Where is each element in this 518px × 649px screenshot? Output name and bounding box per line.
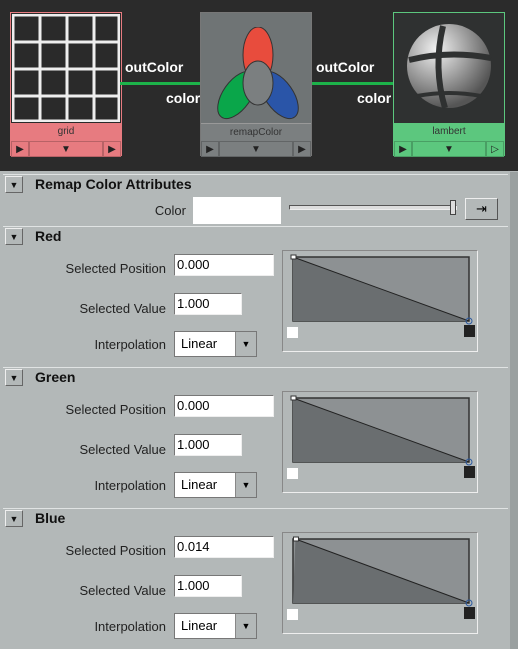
selected-position-input[interactable]: 0.014 bbox=[174, 536, 274, 558]
selected-value-label: Selected Value bbox=[79, 583, 167, 598]
red-ramp-graph[interactable] bbox=[282, 250, 478, 352]
start-color-marker bbox=[287, 468, 298, 479]
color-slider[interactable] bbox=[289, 200, 459, 215]
end-color-marker bbox=[464, 466, 475, 478]
remapcolor-node[interactable]: remapColor ▶ ▼ ▶ bbox=[200, 12, 312, 157]
interpolation-label: Interpolation bbox=[94, 478, 166, 493]
selected-position-label: Selected Position bbox=[65, 543, 166, 558]
collapse-icon[interactable]: ▼ bbox=[5, 176, 23, 193]
interpolation-value: Linear bbox=[181, 336, 218, 351]
interpolation-value: Linear bbox=[181, 618, 218, 633]
chevron-down-icon: ▼ bbox=[235, 473, 256, 497]
curve-point bbox=[290, 395, 297, 401]
interpolation-value: Linear bbox=[181, 477, 218, 492]
play-icon[interactable]: ▶ bbox=[394, 141, 412, 157]
color-swatch[interactable] bbox=[193, 197, 281, 224]
interpolation-dropdown[interactable]: Linear ▼ bbox=[174, 472, 257, 498]
play-icon[interactable]: ▶ bbox=[11, 141, 29, 157]
scrollbar[interactable] bbox=[510, 172, 518, 649]
expand-icon[interactable]: ▼ bbox=[219, 141, 293, 157]
slider-handle[interactable] bbox=[450, 200, 456, 215]
chevron-down-icon: ▼ bbox=[235, 614, 256, 638]
sphere-swatch-icon bbox=[407, 24, 492, 109]
node-label: lambert bbox=[394, 123, 504, 141]
out-attr-label: outColor bbox=[316, 59, 375, 75]
lambert-node[interactable]: lambert ▶ ▼ ▷ bbox=[393, 12, 505, 157]
input-connection-icon: ⇥ bbox=[476, 201, 487, 216]
remapcolor-swatch-icon bbox=[217, 27, 299, 120]
play-icon[interactable]: ▶ bbox=[103, 141, 121, 157]
in-attr-label: color bbox=[166, 90, 201, 106]
interpolation-label: Interpolation bbox=[94, 337, 166, 352]
start-color-marker bbox=[287, 609, 298, 620]
section-title: Red bbox=[35, 228, 62, 244]
out-attr-label: outColor bbox=[125, 59, 184, 75]
node-label: remapColor bbox=[201, 123, 311, 141]
connection-line bbox=[312, 82, 393, 85]
color-label: Color bbox=[154, 203, 186, 218]
collapse-icon[interactable]: ▼ bbox=[5, 510, 23, 527]
blue-section-header[interactable]: ▼ Blue bbox=[3, 508, 508, 528]
selected-position-label: Selected Position bbox=[65, 261, 166, 276]
selected-value-input[interactable]: 1.000 bbox=[174, 293, 242, 315]
section-title: Remap Color Attributes bbox=[35, 176, 192, 192]
green-section-header[interactable]: ▼ Green bbox=[3, 367, 508, 387]
in-attr-label: color bbox=[357, 90, 392, 106]
section-title: Blue bbox=[35, 510, 66, 526]
remap-section-header[interactable]: ▼ Remap Color Attributes bbox=[3, 174, 508, 194]
end-color-marker bbox=[464, 325, 475, 337]
map-texture-button[interactable]: ⇥ bbox=[465, 198, 498, 220]
start-color-marker bbox=[287, 327, 298, 338]
connection-line bbox=[120, 82, 200, 85]
curve-point bbox=[292, 536, 299, 542]
section-title: Green bbox=[35, 369, 76, 385]
play-outline-icon[interactable]: ▷ bbox=[486, 141, 504, 157]
node-label: grid bbox=[11, 123, 121, 141]
curve-point bbox=[290, 254, 297, 260]
blue-ramp-graph[interactable] bbox=[282, 532, 478, 634]
play-icon[interactable]: ▶ bbox=[201, 141, 219, 157]
selected-position-input[interactable]: 0.000 bbox=[174, 395, 274, 417]
interpolation-dropdown[interactable]: Linear ▼ bbox=[174, 331, 257, 357]
selected-value-input[interactable]: 1.000 bbox=[174, 575, 242, 597]
grid-swatch-icon bbox=[12, 14, 120, 122]
chevron-down-icon: ▼ bbox=[235, 332, 256, 356]
interpolation-label: Interpolation bbox=[94, 619, 166, 634]
green-ramp-graph[interactable] bbox=[282, 391, 478, 493]
expand-icon[interactable]: ▼ bbox=[29, 141, 103, 157]
play-icon[interactable]: ▶ bbox=[293, 141, 311, 157]
selected-value-label: Selected Value bbox=[79, 301, 167, 316]
selected-position-input[interactable]: 0.000 bbox=[174, 254, 274, 276]
collapse-icon[interactable]: ▼ bbox=[5, 228, 23, 245]
expand-icon[interactable]: ▼ bbox=[412, 141, 486, 157]
selected-value-input[interactable]: 1.000 bbox=[174, 434, 242, 456]
interpolation-dropdown[interactable]: Linear ▼ bbox=[174, 613, 257, 639]
selected-value-label: Selected Value bbox=[79, 442, 167, 457]
selected-position-label: Selected Position bbox=[65, 402, 166, 417]
end-color-marker bbox=[464, 607, 475, 619]
red-section-header[interactable]: ▼ Red bbox=[3, 226, 508, 246]
collapse-icon[interactable]: ▼ bbox=[5, 369, 23, 386]
grid-node[interactable]: grid ▶ ▼ ▶ bbox=[10, 12, 122, 157]
